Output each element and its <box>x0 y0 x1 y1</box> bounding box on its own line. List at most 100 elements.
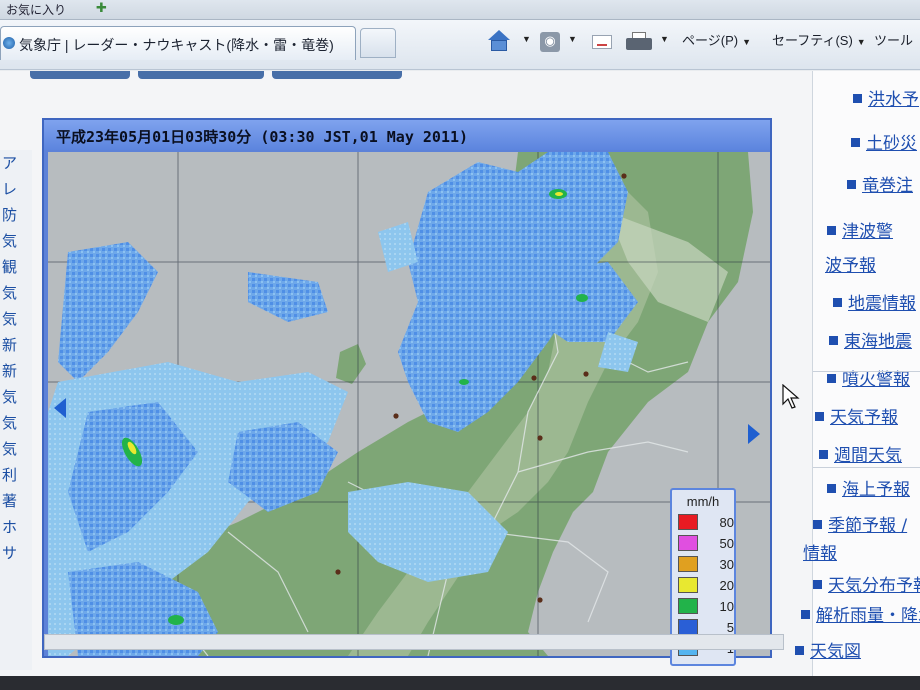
sidebar-link[interactable]: 天気分布予報 <box>813 571 920 596</box>
sidebar-link-label: 竜巻注 <box>862 176 913 196</box>
sidebar-link[interactable]: 波予報 <box>825 251 876 276</box>
legend-row: 80 <box>672 512 734 533</box>
left-nav-item[interactable]: 利 <box>0 462 32 488</box>
add-favorite-icon[interactable]: ✚ <box>96 1 107 16</box>
legend-level-label: 10 <box>719 599 734 614</box>
left-nav-item[interactable]: ア <box>0 150 32 176</box>
sidebar-link-label: 土砂災 <box>866 134 917 154</box>
sidebar-link-label: 天気図 <box>810 642 861 662</box>
mouse-cursor-icon <box>782 384 800 409</box>
legend-level-label: 30 <box>719 557 734 572</box>
tools-menu[interactable]: ツール <box>874 30 913 54</box>
left-nav-item[interactable]: 気 <box>0 410 32 436</box>
bullet-icon <box>813 520 822 529</box>
sidebar-link-label: 波予報 <box>825 256 876 276</box>
legend-swatch <box>678 619 698 635</box>
print-icon[interactable] <box>626 32 652 52</box>
left-nav: アレ防気観気気新新気気気利著ホサ <box>0 150 32 670</box>
bullet-icon <box>847 180 856 189</box>
sidebar-link[interactable]: 東海地震 <box>829 327 912 352</box>
sidebar-link[interactable]: 土砂災 <box>851 129 917 154</box>
legend-row: 50 <box>672 533 734 554</box>
bullet-icon <box>827 484 836 493</box>
bullet-icon <box>815 412 824 421</box>
favorites-label[interactable]: お気に入り <box>6 1 66 18</box>
legend-level-label: 5 <box>726 620 734 635</box>
page-tab-2[interactable] <box>138 71 264 79</box>
left-nav-item[interactable]: サ <box>0 540 32 566</box>
bullet-icon <box>851 138 860 147</box>
feeds-dropdown-icon[interactable]: ▼ <box>564 30 577 54</box>
sidebar-link[interactable]: 解析雨量・降水 <box>801 601 920 626</box>
pan-left-arrow-icon[interactable] <box>54 398 66 418</box>
left-nav-item[interactable]: レ <box>0 176 32 202</box>
sidebar-link[interactable]: 地震情報 <box>833 289 916 314</box>
sidebar-link-label: 東海地震 <box>844 332 912 352</box>
left-nav-item[interactable]: 気 <box>0 306 32 332</box>
bullet-icon <box>827 374 836 383</box>
print-dropdown-icon[interactable]: ▼ <box>656 30 669 54</box>
sidebar-link-label: 週間天気 <box>834 446 902 466</box>
legend-swatch <box>678 598 698 614</box>
sidebar-divider <box>813 371 920 372</box>
legend-row: 20 <box>672 575 734 596</box>
left-nav-item[interactable]: 気 <box>0 280 32 306</box>
legend-unit: mm/h <box>686 494 720 509</box>
bullet-icon <box>819 450 828 459</box>
sidebar-link[interactable]: 津波警 <box>827 217 893 242</box>
sidebar-link-label: 洪水予 <box>868 90 919 110</box>
bullet-icon <box>813 580 822 589</box>
new-tab-button[interactable] <box>360 28 396 58</box>
left-nav-item[interactable]: 防 <box>0 202 32 228</box>
home-icon[interactable] <box>486 30 516 54</box>
home-dropdown-icon[interactable]: ▼ <box>518 30 531 54</box>
sidebar-link[interactable]: 竜巻注 <box>847 171 913 196</box>
pan-right-arrow-icon[interactable] <box>748 424 760 444</box>
left-nav-item[interactable]: 新 <box>0 358 32 384</box>
left-nav-item[interactable]: 新 <box>0 332 32 358</box>
sidebar-link-label: 情報 <box>803 544 837 564</box>
sidebar-link[interactable]: 天気予報 <box>815 403 898 428</box>
left-nav-item[interactable]: 気 <box>0 436 32 462</box>
sidebar-link[interactable]: 洪水予 <box>853 85 919 110</box>
radar-map[interactable] <box>48 152 770 656</box>
left-nav-item[interactable]: 気 <box>0 228 32 254</box>
page-menu[interactable]: ページ(P) ▼ <box>682 30 751 54</box>
legend-swatch <box>678 556 698 572</box>
mail-icon[interactable] <box>592 35 612 49</box>
horizontal-scrollbar[interactable] <box>44 634 784 650</box>
bullet-icon <box>795 646 804 655</box>
sidebar-link[interactable]: 噴火警報 <box>827 365 910 390</box>
legend-swatch <box>678 577 698 593</box>
left-nav-item[interactable]: 観 <box>0 254 32 280</box>
tab-title: 気象庁 | レーダー・ナウキャスト(降水・雷・竜巻) <box>19 37 334 53</box>
legend-swatch <box>678 535 698 551</box>
sidebar-link[interactable]: 天気図 <box>795 637 861 662</box>
radar-timestamp: 平成23年05月01日03時30分 (03:30 JST,01 May 2011… <box>44 120 770 150</box>
sidebar-link[interactable]: 情報 <box>803 539 837 564</box>
feeds-icon[interactable]: ◉ <box>540 32 560 52</box>
sidebar-link[interactable]: 週間天気 <box>819 441 902 466</box>
safety-menu[interactable]: セーフティ(S) ▼ <box>772 30 866 54</box>
sidebar-link-label: 季節予報 / <box>828 516 908 536</box>
site-favicon-icon <box>3 37 15 49</box>
page-tab-3[interactable] <box>272 71 402 79</box>
monitor-bezel <box>0 676 920 690</box>
left-nav-item[interactable]: 著 <box>0 488 32 514</box>
sidebar-link-label: 地震情報 <box>848 294 916 314</box>
browser-window: お気に入り ✚ 気象庁 | レーダー・ナウキャスト(降水・雷・竜巻) ▼ ◉ ▼… <box>0 0 920 690</box>
sidebar-link[interactable]: 海上予報 <box>827 475 910 500</box>
legend-row: 10 <box>672 596 734 617</box>
sidebar-link-label: 天気分布予報 <box>828 576 920 596</box>
sidebar-link-label: 津波警 <box>842 222 893 242</box>
bullet-icon <box>801 610 810 619</box>
left-nav-item[interactable]: 気 <box>0 384 32 410</box>
sidebar-link[interactable]: 季節予報 / <box>813 511 907 536</box>
page-tab-1[interactable] <box>30 71 130 79</box>
left-nav-item[interactable]: ホ <box>0 514 32 540</box>
bullet-icon <box>827 226 836 235</box>
command-bar: 気象庁 | レーダー・ナウキャスト(降水・雷・竜巻) ▼ ◉ ▼ ▼ ページ(P… <box>0 20 920 70</box>
sidebar-link-label: 海上予報 <box>842 480 910 500</box>
browser-tab[interactable]: 気象庁 | レーダー・ナウキャスト(降水・雷・竜巻) <box>0 26 356 60</box>
sidebar-link-label: 天気予報 <box>830 408 898 428</box>
